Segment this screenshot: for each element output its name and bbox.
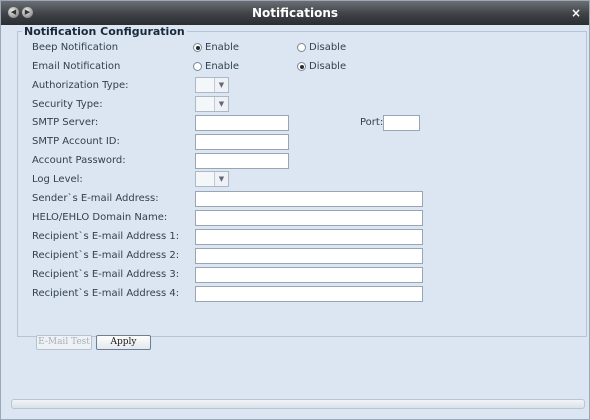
smtp-server-input[interactable] (195, 115, 289, 131)
beep-enable-radio[interactable] (193, 43, 202, 52)
recipient-email-2-label: Recipient`s E-mail Address 2: (32, 250, 180, 261)
close-icon[interactable]: × (571, 1, 581, 25)
notifications-window: ◀ ▶ Notifications × Notification Configu… (0, 0, 590, 420)
security-type-label: Security Type: (32, 99, 103, 110)
smtp-account-id-input[interactable] (195, 134, 289, 150)
chevron-down-icon: ▼ (214, 172, 228, 186)
authorization-type-label: Authorization Type: (32, 80, 129, 91)
beep-disable-radio[interactable] (297, 43, 306, 52)
email-enable-radio[interactable] (193, 62, 202, 71)
recipient-email-4-label: Recipient`s E-mail Address 4: (32, 288, 180, 299)
account-password-label: Account Password: (32, 155, 126, 166)
recipient-email-3-label: Recipient`s E-mail Address 3: (32, 269, 180, 280)
security-type-select[interactable]: ▼ (195, 96, 229, 112)
recipient-email-2-input[interactable] (195, 248, 423, 264)
sender-email-input[interactable] (195, 191, 423, 207)
port-input[interactable] (383, 115, 420, 131)
chevron-down-icon: ▼ (214, 78, 228, 92)
smtp-account-id-label: SMTP Account ID: (32, 136, 120, 147)
beep-disable-label: Disable (309, 42, 347, 53)
content-panel: Notification Configuration Beep Notifica… (5, 25, 587, 415)
authorization-type-select[interactable]: ▼ (195, 77, 229, 93)
window-title: Notifications (251, 6, 339, 20)
log-level-select[interactable]: ▼ (195, 171, 229, 187)
status-bar (11, 399, 585, 409)
helo-domain-input[interactable] (195, 210, 423, 226)
chevron-down-icon: ▼ (214, 97, 228, 111)
email-disable-label: Disable (309, 61, 347, 72)
smtp-server-label: SMTP Server: (32, 117, 99, 128)
port-label: Port: (360, 117, 384, 128)
sender-email-label: Sender`s E-mail Address: (32, 193, 159, 204)
recipient-email-1-input[interactable] (195, 229, 423, 245)
beep-notification-label: Beep Notification (32, 42, 119, 53)
email-notification-label: Email Notification (32, 61, 121, 72)
helo-domain-label: HELO/EHLO Domain Name: (32, 212, 168, 223)
beep-enable-label: Enable (205, 42, 240, 53)
recipient-email-4-input[interactable] (195, 286, 423, 302)
recipient-email-1-label: Recipient`s E-mail Address 1: (32, 231, 180, 242)
account-password-input[interactable] (195, 153, 289, 169)
email-enable-label: Enable (205, 61, 240, 72)
group-title: Notification Configuration (24, 25, 185, 38)
log-level-label: Log Level: (32, 174, 83, 185)
recipient-email-3-input[interactable] (195, 267, 423, 283)
apply-button[interactable]: Apply (96, 335, 151, 350)
email-test-button[interactable]: E-Mail Test (36, 335, 92, 350)
email-disable-radio[interactable] (297, 62, 306, 71)
title-bar: ◀ ▶ Notifications × (1, 1, 589, 25)
